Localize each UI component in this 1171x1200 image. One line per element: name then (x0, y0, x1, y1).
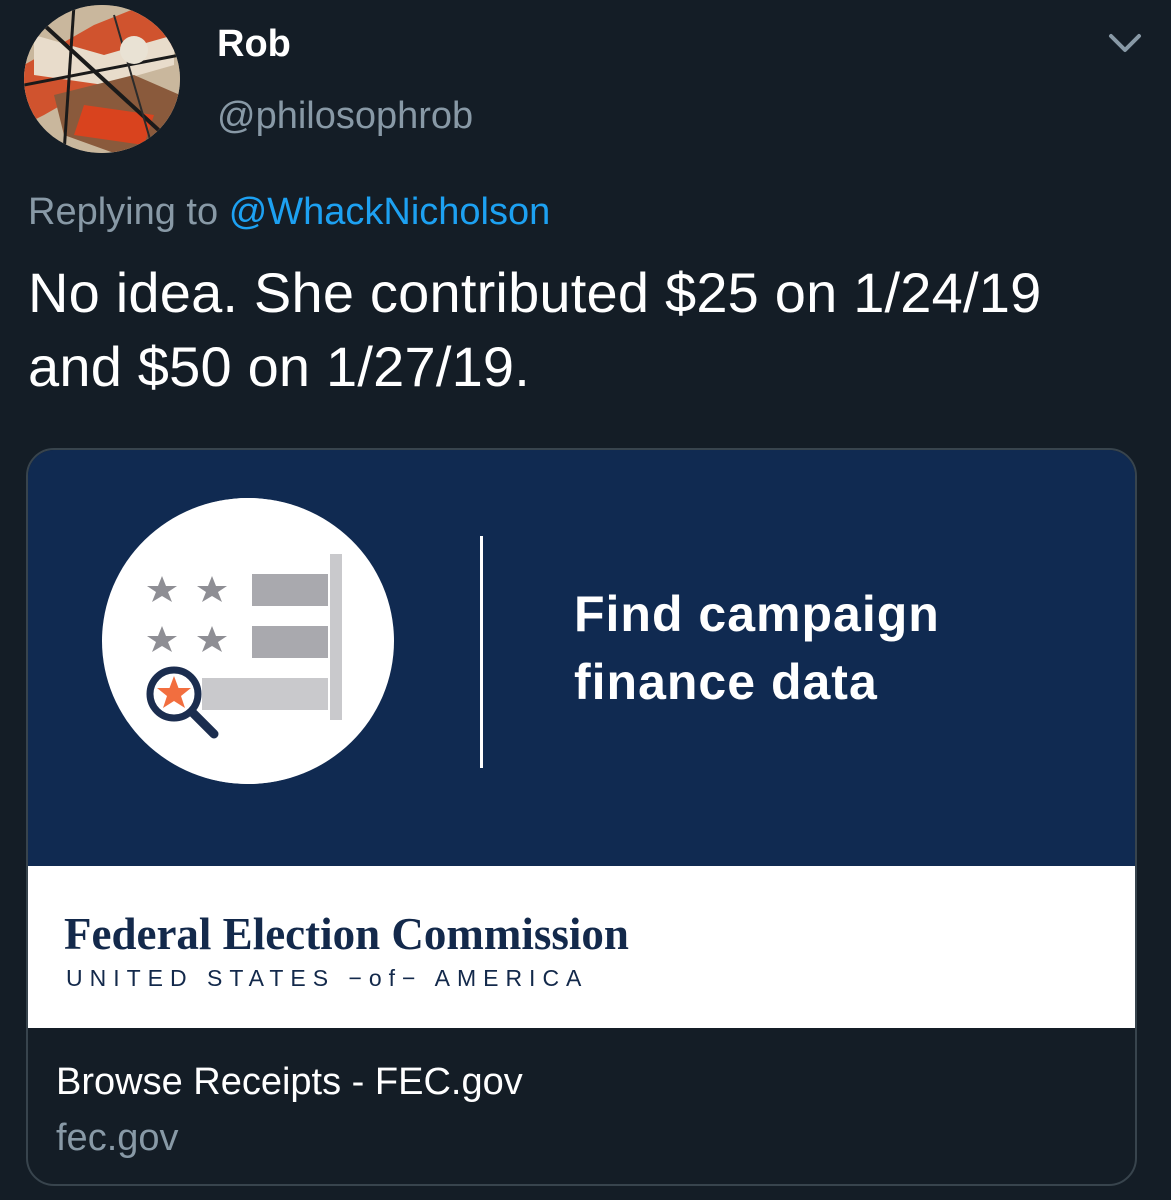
link-card[interactable]: Find campaign finance data Federal Elect… (26, 448, 1137, 1186)
chevron-down-icon[interactable] (1105, 28, 1145, 60)
card-image: Find campaign finance data Federal Elect… (28, 450, 1135, 1028)
banner-divider (480, 536, 483, 768)
fec-org-name: Federal Election Commission (64, 909, 629, 959)
card-link-title[interactable]: Browse Receipts - FEC.gov (56, 1058, 523, 1106)
replying-to: Replying to @WhackNicholson (28, 188, 550, 236)
card-meta: Browse Receipts - FEC.gov fec.gov (28, 1028, 1135, 1184)
replying-to-label: Replying to (28, 191, 219, 233)
fec-data-search-icon (102, 498, 394, 784)
avatar[interactable] (24, 5, 180, 153)
fec-org-subtitle: UNITED STATES −of− AMERICA (66, 965, 589, 991)
reply-mention-link[interactable]: @WhackNicholson (229, 191, 551, 233)
display-name[interactable]: Rob (217, 20, 291, 68)
avatar-image (24, 5, 180, 153)
user-handle[interactable]: @philosophrob (217, 92, 473, 140)
banner-title: Find campaign finance data (574, 586, 940, 710)
tweet-text: No idea. She contributed $25 on 1/24/19 … (28, 261, 1042, 398)
tweet: Rob @philosophrob Replying to @WhackNich… (0, 0, 1171, 1200)
fec-logo-strip: Federal Election Commission UNITED STATE… (28, 866, 1135, 1028)
card-link-domain: fec.gov (56, 1117, 179, 1159)
